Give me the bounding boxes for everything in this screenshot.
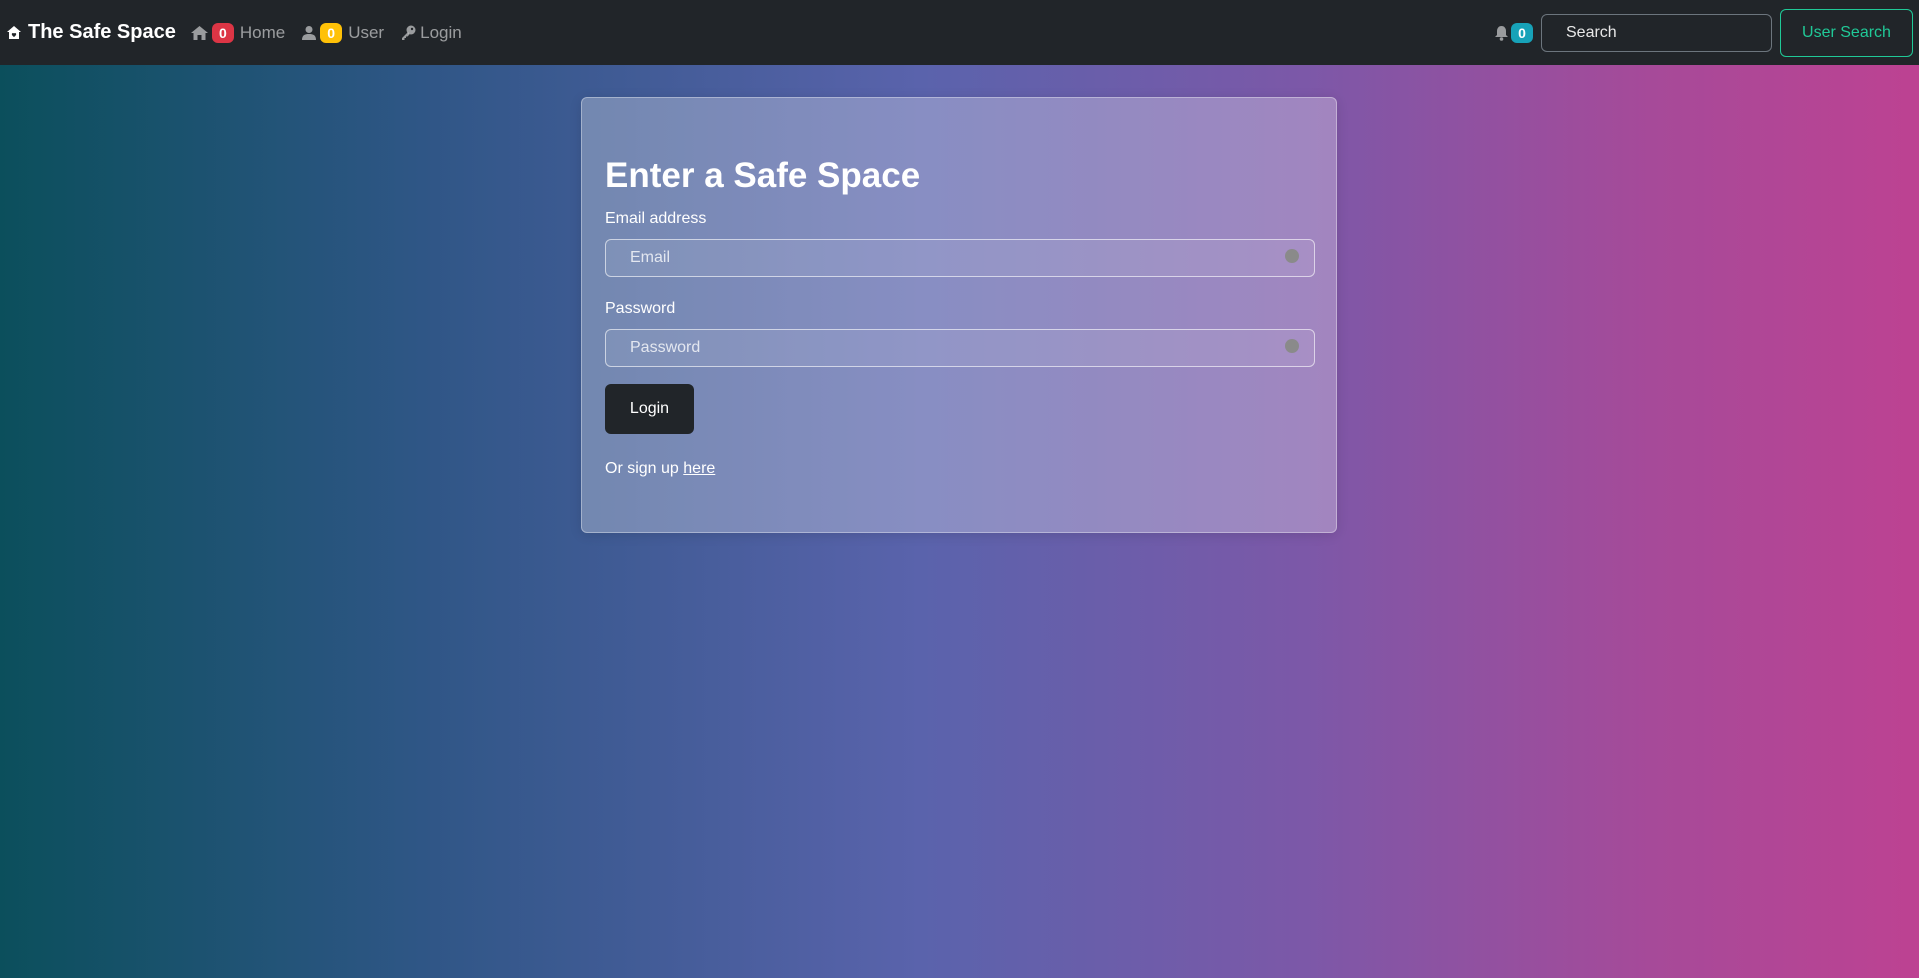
house-heart-icon: [7, 25, 21, 39]
navbar-right: 0 User Search: [1494, 8, 1913, 57]
signup-link[interactable]: here: [683, 460, 715, 477]
home-badge: 0: [211, 22, 234, 43]
house-icon: [190, 25, 208, 40]
login-card: Enter a Safe Space Email address Passwor…: [581, 97, 1337, 533]
brand-name: The Safe Space: [28, 21, 176, 43]
nav-user[interactable]: 0 User: [301, 22, 385, 43]
nav-home-label: Home: [239, 22, 286, 42]
notification-count-badge: 0: [1511, 22, 1533, 43]
signup-text: Or sign up here: [605, 460, 1313, 478]
nav-login[interactable]: Login: [400, 23, 462, 43]
brand-link[interactable]: The Safe Space: [6, 21, 176, 44]
nav-user-label: User: [348, 22, 385, 42]
password-manager-icon[interactable]: [1285, 339, 1299, 353]
password-field-wrapper: [605, 329, 1315, 367]
top-navbar: The Safe Space 0 Home 0 User Login 0 Sea…: [0, 0, 1919, 65]
login-title: Enter a Safe Space: [605, 156, 921, 195]
password-label: Password: [605, 300, 676, 317]
login-button[interactable]: Login: [605, 384, 694, 434]
email-field[interactable]: [605, 239, 1315, 277]
notifications-button[interactable]: 0: [1494, 22, 1533, 43]
user-badge: 0: [320, 22, 343, 43]
user-search-button[interactable]: User Search: [1780, 8, 1913, 57]
nav-home[interactable]: 0 Home: [190, 22, 286, 43]
search-input[interactable]: [1541, 13, 1772, 52]
person-icon: [302, 25, 317, 40]
password-manager-icon[interactable]: [1285, 249, 1299, 263]
email-label: Email address: [605, 210, 707, 227]
email-field-wrapper: [605, 239, 1315, 277]
key-icon: [402, 25, 416, 40]
password-field[interactable]: [605, 329, 1315, 367]
signup-prefix: Or sign up: [605, 460, 679, 477]
nav-login-label: Login: [420, 22, 462, 42]
bell-icon: [1495, 25, 1508, 41]
